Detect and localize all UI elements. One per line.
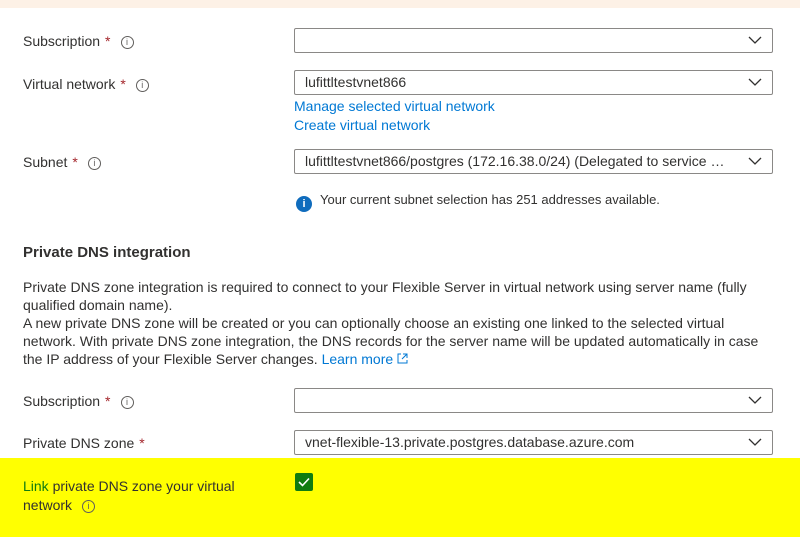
checkmark-icon	[298, 477, 310, 487]
required-marker: *	[72, 154, 78, 170]
dns-zone-value: vnet-flexible-13.private.postgres.databa…	[305, 434, 635, 450]
info-filled-icon: i	[296, 196, 312, 212]
manage-vnet-link[interactable]: Manage selected virtual network	[294, 98, 495, 114]
chevron-down-icon	[748, 438, 762, 446]
chevron-down-icon	[748, 36, 762, 44]
external-link-icon	[397, 353, 408, 364]
chevron-down-icon	[748, 396, 762, 404]
subscription-dropdown[interactable]	[294, 28, 773, 53]
dns-description-2: A new private DNS zone will be created o…	[23, 315, 759, 367]
chevron-down-icon	[748, 157, 762, 165]
required-marker: *	[139, 435, 145, 451]
info-icon[interactable]: i	[120, 396, 134, 409]
top-banner-strip	[0, 0, 800, 8]
create-vnet-link[interactable]: Create virtual network	[294, 117, 430, 133]
dns-zone-label: Private DNS zone *	[23, 435, 145, 451]
vnet-label: Virtual network * i	[23, 76, 149, 92]
learn-more-link[interactable]: Learn more	[322, 351, 408, 367]
subnet-label: Subnet * i	[23, 154, 101, 170]
required-marker: *	[105, 393, 111, 409]
dns-subscription-dropdown[interactable]	[294, 388, 773, 413]
info-icon[interactable]: i	[135, 79, 149, 92]
link-dns-zone-label: Link private DNS zone your virtual netwo…	[23, 478, 235, 513]
required-marker: *	[105, 33, 111, 49]
subscription-label: Subscription * i	[23, 33, 134, 49]
subnet-info-message: i Your current subnet selection has 251 a…	[296, 192, 660, 212]
subnet-value: lufittltestvnet866/postgres (172.16.38.0…	[305, 153, 735, 169]
dns-subscription-label: Subscription * i	[23, 393, 134, 409]
dns-description: Private DNS zone integration is required…	[23, 278, 768, 368]
dns-description-1: Private DNS zone integration is required…	[23, 279, 747, 313]
info-icon[interactable]: i	[87, 157, 101, 170]
required-marker: *	[120, 76, 126, 92]
link-dns-zone-checkbox[interactable]	[295, 473, 313, 491]
info-icon[interactable]: i	[82, 500, 96, 513]
dns-zone-dropdown[interactable]: vnet-flexible-13.private.postgres.databa…	[294, 430, 773, 455]
chevron-down-icon	[748, 78, 762, 86]
vnet-value: lufittltestvnet866	[305, 74, 407, 90]
section-heading: Private DNS integration	[23, 244, 191, 261]
vnet-dropdown[interactable]: lufittltestvnet866	[294, 70, 773, 95]
info-icon[interactable]: i	[120, 36, 134, 49]
subnet-dropdown[interactable]: lufittltestvnet866/postgres (172.16.38.0…	[294, 149, 773, 174]
